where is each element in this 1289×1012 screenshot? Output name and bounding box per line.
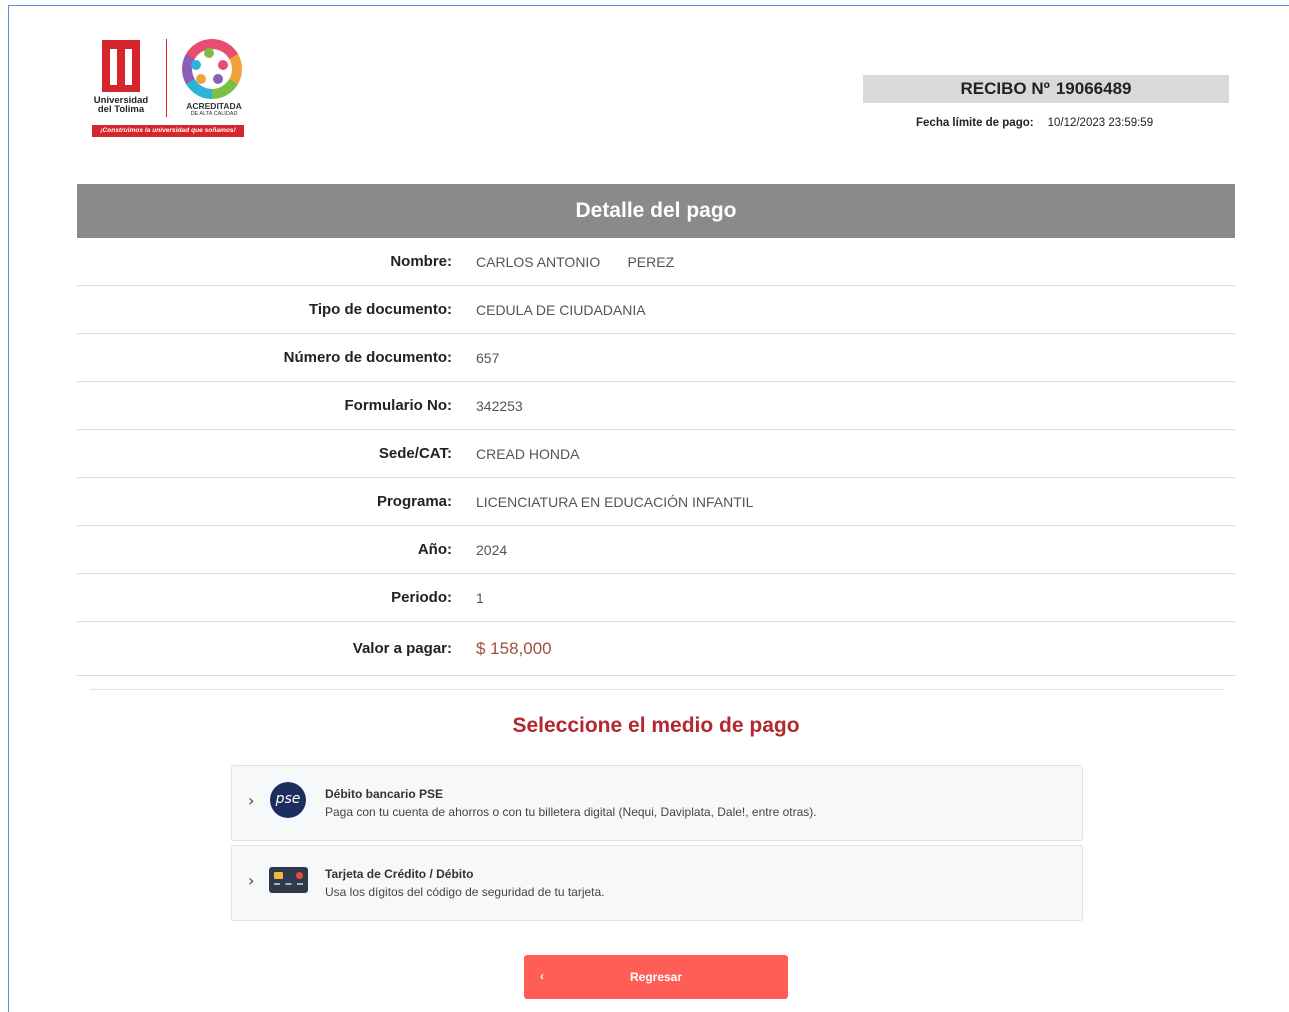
due-date: Fecha límite de pago: 10/12/2023 23:59:59 xyxy=(916,117,1153,129)
logo-slogan: ¡Construimos la universidad que soñamos! xyxy=(92,125,244,137)
credit-card-icon xyxy=(269,867,308,893)
receipt-number-box: RECIBO Nº 19066489 xyxy=(863,75,1229,103)
payment-option-card[interactable]: › Tarjeta de Crédito / Débito Usa los dí… xyxy=(231,845,1083,921)
divider xyxy=(90,689,1224,690)
row-label: Tipo de documento: xyxy=(308,301,452,318)
ut-logo-icon xyxy=(102,40,140,92)
payment-option-title: Tarjeta de Crédito / Débito xyxy=(325,867,474,881)
detail-header: Detalle del pago xyxy=(77,184,1235,238)
row-value: 2024 xyxy=(476,541,508,558)
payment-option-title: Débito bancario PSE xyxy=(325,787,444,801)
back-button-label: Regresar xyxy=(629,970,683,984)
detail-row-document-number: Número de documento: 657 xyxy=(77,334,1235,382)
row-label: Número de documento: xyxy=(283,349,452,366)
accreditation-dot-icon xyxy=(196,74,206,84)
row-value: 342253 xyxy=(476,397,523,414)
detail-row-form-number: Formulario No: 342253 xyxy=(77,382,1235,430)
receipt-number: 19066489 xyxy=(1055,79,1132,98)
row-value: CEDULA DE CIUDADANIA xyxy=(476,301,646,318)
pse-icon: pse xyxy=(270,782,306,818)
accreditation-subtext: DE ALTA CALIDAD xyxy=(190,111,238,117)
detail-row-year: Año: 2024 xyxy=(77,526,1235,574)
detail-row-document-type: Tipo de documento: CEDULA DE CIUDADANIA xyxy=(77,286,1235,334)
back-button[interactable]: ‹ Regresar xyxy=(524,955,788,999)
due-date-label: Fecha límite de pago: xyxy=(916,117,1034,129)
payment-method-title: Seleccione el medio de pago xyxy=(512,714,800,737)
chevron-right-icon: › xyxy=(248,791,255,810)
university-name: Universidad del Tolima xyxy=(93,95,149,115)
row-value: 1 xyxy=(476,589,484,606)
row-label: Formulario No: xyxy=(344,397,453,414)
detail-row-name: Nombre: CARLOS ANTONIO PEREZ xyxy=(77,238,1235,286)
detail-row-program: Programa: LICENCIATURA EN EDUCACIÓN INFA… xyxy=(77,478,1235,526)
row-label: Sede/CAT: xyxy=(378,445,452,462)
chevron-right-icon: › xyxy=(248,871,255,890)
accreditation-dot-icon xyxy=(204,48,214,58)
amount-value: $ 158,000 xyxy=(476,638,552,658)
payment-option-pse[interactable]: › pse Débito bancario PSE Paga con tu cu… xyxy=(231,765,1083,841)
accreditation-label: ACREDITADA DE ALTA CALIDAD xyxy=(178,102,250,118)
logo-divider xyxy=(166,39,167,117)
detail-table: Nombre: CARLOS ANTONIO PEREZ Tipo de doc… xyxy=(77,238,1235,676)
university-logo: Universidad del Tolima ACREDITADA DE ALT… xyxy=(90,36,250,142)
row-value: LICENCIATURA EN EDUCACIÓN INFANTIL xyxy=(476,493,754,510)
accreditation-dot-icon xyxy=(213,74,223,84)
frame-border xyxy=(8,5,1289,6)
row-value: 657 xyxy=(476,349,500,366)
accreditation-dot-icon xyxy=(191,60,201,70)
row-value: CREAD HONDA xyxy=(476,445,580,462)
due-date-value: 10/12/2023 23:59:59 xyxy=(1047,117,1154,129)
payment-option-description: Paga con tu cuenta de ahorros o con tu b… xyxy=(325,805,817,819)
receipt-label: RECIBO Nº xyxy=(960,79,1050,98)
row-value: CARLOS ANTONIO PEREZ xyxy=(476,253,675,270)
detail-row-period: Periodo: 1 xyxy=(77,574,1235,622)
detail-row-campus: Sede/CAT: CREAD HONDA xyxy=(77,430,1235,478)
row-label: Periodo: xyxy=(391,589,452,606)
row-label: Programa: xyxy=(376,493,452,510)
payment-option-description: Usa los dígitos del código de seguridad … xyxy=(325,885,605,899)
detail-row-amount: Valor a pagar: $ 158,000 xyxy=(77,622,1235,676)
frame-border xyxy=(8,5,9,1012)
row-label: Nombre: xyxy=(390,253,452,270)
row-label: Valor a pagar: xyxy=(352,640,452,657)
row-label: Año: xyxy=(417,541,452,558)
accreditation-dot-icon xyxy=(218,60,228,70)
